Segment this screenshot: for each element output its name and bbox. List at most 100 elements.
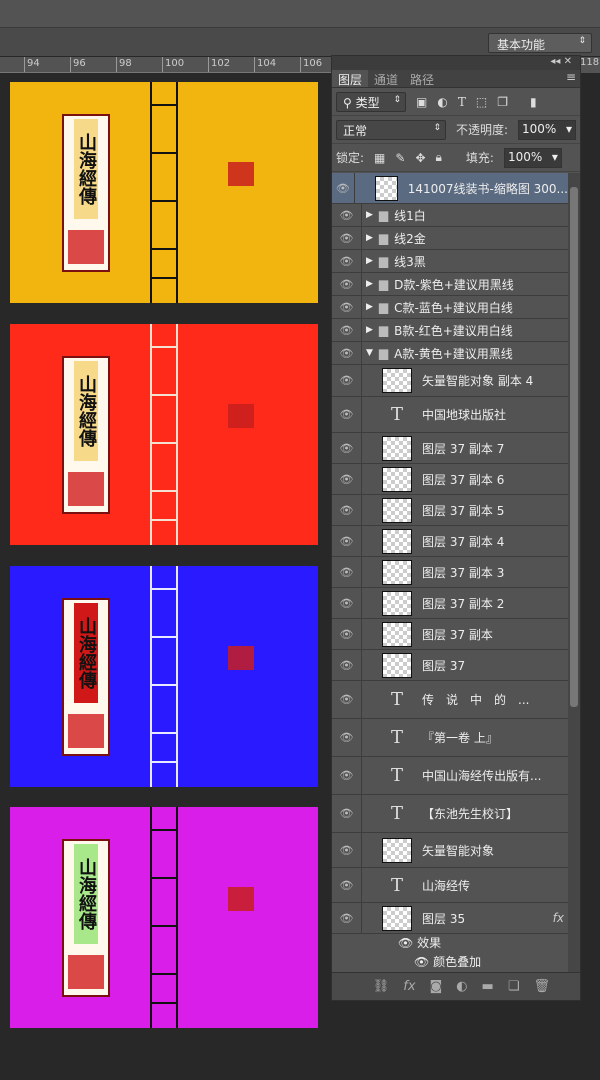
trash-icon[interactable]: 🗑︎ — [533, 979, 550, 994]
layer-row[interactable]: 👁︎ T 【东池先生校订】 — [332, 795, 568, 833]
eye-icon[interactable]: 👁︎ — [398, 936, 417, 950]
filter-pixel-icon[interactable]: ▣ — [416, 95, 427, 109]
eye-icon[interactable]: 👁︎ — [332, 757, 362, 794]
blend-mode-select[interactable]: 正常 ⇕ — [336, 119, 446, 140]
lock-position-icon[interactable]: ✥ — [415, 151, 425, 165]
effect-row[interactable]: 👁︎ 颜色叠加 — [332, 953, 568, 972]
mask-icon[interactable]: ◙ — [430, 979, 443, 994]
tab-channels[interactable]: 通道 — [368, 70, 404, 87]
layer-row[interactable]: 👁︎ 图层 37 副本 7 — [332, 433, 568, 464]
eye-icon[interactable]: 👁︎ — [332, 557, 362, 587]
layer-thumbnail — [382, 435, 412, 461]
chevron-right-icon[interactable]: ▶ — [366, 256, 373, 266]
eye-icon[interactable]: 👁︎ — [332, 868, 362, 902]
eye-icon[interactable]: 👁︎ — [332, 650, 362, 680]
fx-icon[interactable]: fx — [403, 979, 415, 994]
layer-row[interactable]: 👁︎ ▼ ▆ A款-黄色+建议用黑线 — [332, 342, 568, 365]
eye-icon[interactable]: 👁︎ — [332, 464, 362, 494]
layer-row[interactable]: 👁︎ 图层 35 fx — [332, 903, 568, 934]
workspace-select[interactable]: 基本功能 ⇕ — [488, 33, 592, 53]
layer-row[interactable]: 👁︎ 矢量智能对象 — [332, 833, 568, 868]
eye-icon[interactable]: 👁︎ — [332, 319, 362, 341]
menu-bar — [0, 0, 600, 28]
layer-row[interactable]: 👁︎ ▶ ▆ B款-红色+建议用白线 — [332, 319, 568, 342]
layer-row[interactable]: 👁︎ 图层 37 — [332, 650, 568, 681]
layer-row[interactable]: 👁︎ T 中国地球出版社 — [332, 397, 568, 433]
new-layer-icon[interactable]: ❏ — [508, 979, 520, 994]
eye-icon[interactable]: 👁︎ — [332, 250, 362, 272]
effects-row[interactable]: 👁︎ 效果 — [332, 934, 568, 953]
filter-smart-object-icon[interactable]: ❐ — [497, 95, 508, 109]
layer-row[interactable]: 👁︎ 141007线装书-缩略图 300... — [332, 173, 568, 204]
eye-icon[interactable]: 👁︎ — [332, 173, 355, 203]
layer-row[interactable]: 👁︎ T 『第一卷 上』 — [332, 719, 568, 757]
layer-row[interactable]: 👁︎ ▶ ▆ 线1白 — [332, 204, 568, 227]
filter-toggle[interactable]: ▮ — [530, 95, 537, 109]
layer-row[interactable]: 👁︎ ▶ ▆ 线2金 — [332, 227, 568, 250]
eye-icon[interactable]: 👁︎ — [332, 296, 362, 318]
layer-row[interactable]: 👁︎ T 中国山海经传出版有... — [332, 757, 568, 795]
layer-thumbnail — [382, 497, 412, 523]
layer-row[interactable]: 👁︎ 图层 37 副本 3 — [332, 557, 568, 588]
lock-transparent-icon[interactable]: ▦ — [374, 151, 385, 165]
layer-row[interactable]: 👁︎ 图层 37 副本 2 — [332, 588, 568, 619]
folder-icon: ▆ — [378, 300, 389, 314]
panel-menu-icon[interactable]: ≡ — [440, 70, 580, 87]
eye-icon[interactable]: 👁︎ — [332, 588, 362, 618]
eye-icon[interactable]: 👁︎ — [332, 719, 362, 756]
tab-paths[interactable]: 路径 — [404, 70, 440, 87]
layer-row[interactable]: 👁︎ 图层 37 副本 — [332, 619, 568, 650]
layer-row[interactable]: 👁︎ 图层 37 副本 5 — [332, 495, 568, 526]
fill-input[interactable]: 100% ▾ — [503, 147, 562, 168]
eye-icon[interactable]: 👁︎ — [332, 619, 362, 649]
layer-row[interactable]: 👁︎ ▶ ▆ D款-紫色+建议用黑线 — [332, 273, 568, 296]
eye-icon[interactable]: 👁︎ — [332, 342, 362, 364]
eye-icon[interactable]: 👁︎ — [332, 903, 362, 933]
filter-text-icon[interactable]: T — [458, 95, 466, 109]
chevron-right-icon[interactable]: ▶ — [366, 233, 373, 243]
layer-row[interactable]: 👁︎ T 传 说 中 的 ... — [332, 681, 568, 719]
folder-icon[interactable]: ▬ — [482, 979, 494, 994]
updown-icon: ⇕ — [578, 36, 586, 46]
eye-icon[interactable]: 👁︎ — [332, 433, 362, 463]
seal-stamp — [228, 162, 254, 186]
eye-icon[interactable]: 👁︎ — [332, 526, 362, 556]
eye-icon[interactable]: 👁︎ — [332, 681, 362, 718]
filter-shape-icon[interactable]: ⬚ — [476, 95, 487, 109]
seal-stamp — [228, 887, 254, 911]
panel-collapse-close[interactable]: ◂◂ ✕ — [332, 56, 580, 70]
filter-adjustment-icon[interactable]: ◐ — [437, 95, 447, 109]
layer-row[interactable]: 👁︎ 图层 37 副本 4 — [332, 526, 568, 557]
fx-icon[interactable]: fx — [553, 911, 564, 925]
seal-stamp — [68, 714, 104, 748]
eye-icon[interactable]: 👁︎ — [332, 495, 362, 525]
layer-row[interactable]: 👁︎ ▶ ▆ C款-蓝色+建议用白线 — [332, 296, 568, 319]
eye-icon[interactable]: 👁︎ — [414, 955, 433, 969]
eye-icon[interactable]: 👁︎ — [332, 273, 362, 295]
filter-type-select[interactable]: ⚲ 类型 ⇕ — [336, 91, 406, 112]
layer-name: 矢量智能对象 副本 4 — [422, 374, 534, 388]
layer-row[interactable]: 👁︎ 矢量智能对象 副本 4 — [332, 365, 568, 397]
layer-row[interactable]: 👁︎ 图层 37 副本 6 — [332, 464, 568, 495]
eye-icon[interactable]: 👁︎ — [332, 795, 362, 832]
eye-icon[interactable]: 👁︎ — [332, 397, 362, 432]
text-layer-icon: T — [390, 874, 403, 896]
link-icon[interactable]: ⛓ — [373, 979, 390, 994]
eye-icon[interactable]: 👁︎ — [332, 227, 362, 249]
lock-image-icon[interactable]: ✎ — [395, 151, 405, 165]
tab-layers[interactable]: 图层 — [332, 70, 369, 87]
eye-icon[interactable]: 👁︎ — [332, 365, 362, 396]
layer-row[interactable]: 👁︎ T 山海经传 — [332, 868, 568, 903]
adjustment-icon[interactable]: ◐ — [456, 979, 467, 994]
chevron-right-icon[interactable]: ▶ — [366, 325, 373, 335]
eye-icon[interactable]: 👁︎ — [332, 204, 362, 226]
layer-row[interactable]: 👁︎ ▶ ▆ 线3黑 — [332, 250, 568, 273]
chevron-down-icon[interactable]: ▼ — [366, 348, 373, 358]
chevron-right-icon[interactable]: ▶ — [366, 210, 373, 220]
chevron-right-icon[interactable]: ▶ — [366, 302, 373, 312]
eye-icon[interactable]: 👁︎ — [332, 833, 362, 867]
layer-scrollbar[interactable] — [568, 173, 580, 973]
opacity-input[interactable]: 100% ▾ — [518, 119, 576, 140]
chevron-right-icon[interactable]: ▶ — [366, 279, 373, 289]
lock-all-icon[interactable]: 🔒︎ — [436, 150, 442, 165]
